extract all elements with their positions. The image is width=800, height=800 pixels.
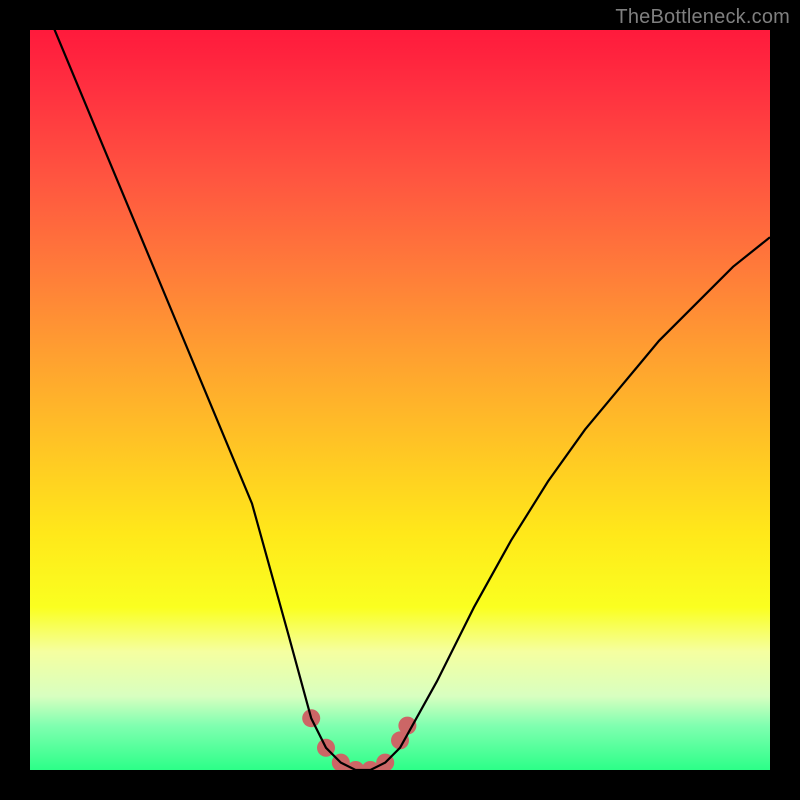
marker-dot: [398, 717, 416, 735]
chart-container: TheBottleneck.com: [0, 0, 800, 800]
chart-svg: [30, 30, 770, 770]
bottleneck-curve-path: [30, 30, 770, 770]
plot-area: [30, 30, 770, 770]
bottom-markers-group: [302, 709, 416, 770]
watermark-label: TheBottleneck.com: [615, 6, 790, 29]
